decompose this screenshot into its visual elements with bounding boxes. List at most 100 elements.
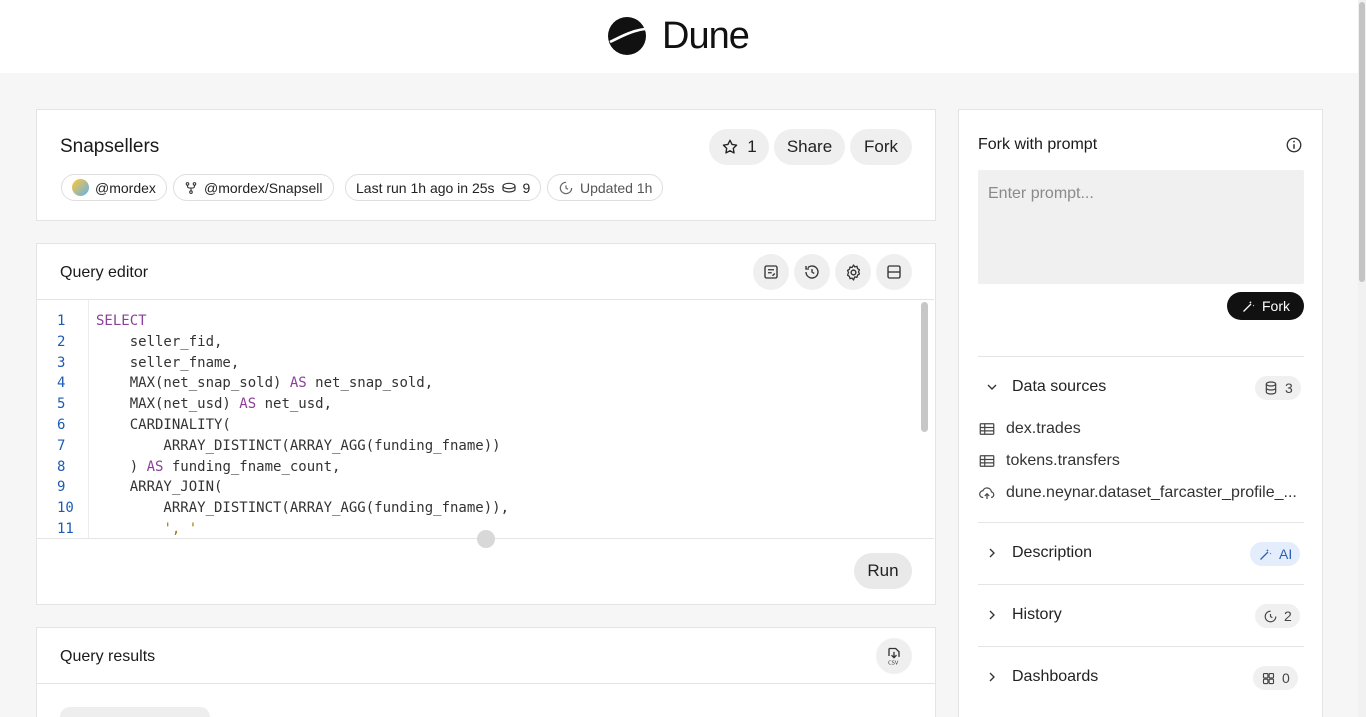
brand-name: Dune: [662, 15, 750, 57]
star-button[interactable]: 1: [709, 129, 769, 165]
dashboards-count-badge: 0: [1253, 666, 1298, 690]
page-scrollbar[interactable]: [1358, 0, 1366, 717]
chevron-down-icon: [987, 384, 997, 390]
dashboards-toggle[interactable]: Dashboards: [984, 668, 1098, 686]
data-sources-toggle[interactable]: Data sources: [984, 378, 1106, 396]
chevron-right-icon: [989, 548, 995, 558]
code-line[interactable]: MAX(net_usd) AS net_usd,: [96, 396, 332, 412]
line-number: 1: [57, 313, 66, 329]
source-item-dataset[interactable]: dune.neynar.dataset_farcaster_profile_..…: [978, 484, 1297, 502]
split-layout-icon: [887, 265, 901, 279]
history-label: History: [1012, 606, 1062, 623]
download-csv-button[interactable]: CSV: [876, 638, 912, 674]
code-line[interactable]: ARRAY_DISTINCT(ARRAY_AGG(funding_fname)): [96, 438, 500, 454]
editor-scrollbar[interactable]: [921, 302, 928, 432]
run-button[interactable]: Run: [854, 553, 912, 589]
clock-icon: [559, 181, 573, 194]
updated-chip: Updated 1h: [547, 174, 664, 201]
cloud-upload-icon: [979, 487, 995, 499]
gear-icon: [846, 263, 860, 281]
divider: [978, 356, 1304, 357]
page-scrollbar-thumb[interactable]: [1359, 2, 1365, 282]
divider: [978, 584, 1304, 585]
owner-chip[interactable]: @mordex: [61, 174, 167, 201]
dashboards-label: Dashboards: [1012, 668, 1099, 685]
fork-prompt-button[interactable]: Fork: [1227, 292, 1304, 320]
history-button[interactable]: [794, 254, 830, 290]
divider: [978, 522, 1304, 523]
history-count: 2: [1284, 608, 1292, 624]
fork-icon: [185, 181, 197, 194]
code-line[interactable]: seller_fid,: [96, 334, 223, 350]
grid-icon: [1262, 672, 1275, 684]
chevron-right-icon: [989, 672, 995, 682]
prompt-textarea[interactable]: Enter prompt...: [978, 170, 1304, 284]
line-number: 4: [57, 375, 66, 392]
code-line[interactable]: ', ': [96, 521, 197, 537]
fork-path: @mordex/Snapsell: [204, 179, 323, 196]
layout-button[interactable]: [876, 254, 912, 290]
last-run-text: Last run 1h ago in 25s: [356, 179, 495, 196]
source-item-tokens-transfers[interactable]: tokens.transfers: [978, 452, 1120, 470]
fork-prompt-label: Fork: [1262, 298, 1290, 314]
query-results-card: Query results CSV: [36, 627, 936, 717]
line-number: 5: [57, 396, 66, 413]
code-line[interactable]: CARDINALITY(: [96, 417, 231, 433]
history-toggle[interactable]: History: [984, 606, 1062, 624]
resize-handle[interactable]: [477, 530, 495, 548]
code-line[interactable]: seller_fname,: [96, 355, 240, 371]
table-icon: [979, 423, 995, 435]
info-icon[interactable]: [1285, 136, 1303, 154]
source-item-dex-trades[interactable]: dex.trades: [978, 420, 1081, 438]
database-icon: [1265, 381, 1277, 395]
fork-source-chip[interactable]: @mordex/Snapsell: [173, 174, 334, 201]
line-number: 7: [57, 437, 66, 454]
magic-wand-icon: [1243, 300, 1255, 312]
ai-label: AI: [1279, 546, 1293, 562]
results-tab-placeholder[interactable]: [60, 707, 210, 717]
divider: [978, 646, 1304, 647]
clock-icon: [1264, 610, 1277, 622]
table-icon: [979, 455, 995, 467]
code-editor[interactable]: 1 SELECT 2 seller_fid, 3 seller_fname, 4 MAX…: [37, 299, 934, 539]
data-sources-label: Data sources: [1012, 378, 1107, 395]
updated-text: Updated 1h: [580, 179, 653, 196]
source-name: dex.trades: [1006, 420, 1081, 437]
line-number: 2: [57, 333, 66, 350]
notes-icon: [764, 265, 778, 279]
prompt-placeholder: Enter prompt...: [988, 185, 1094, 202]
line-number: 6: [57, 417, 66, 433]
fork-button[interactable]: Fork: [850, 129, 912, 165]
credits-icon: [501, 182, 516, 193]
ai-badge[interactable]: AI: [1250, 542, 1301, 566]
code-line[interactable]: MAX(net_snap_sold) AS net_snap_sold,: [96, 375, 433, 391]
code-line[interactable]: ARRAY_JOIN(: [96, 479, 223, 495]
description-toggle[interactable]: Description: [984, 544, 1092, 562]
query-header-card: Snapsellers 1 Share Fork @mordex @mordex…: [36, 109, 936, 221]
notes-button[interactable]: [753, 254, 789, 290]
results-title: Query results: [60, 648, 156, 665]
code-line[interactable]: ARRAY_DISTINCT(ARRAY_AGG(funding_fname))…: [96, 500, 509, 516]
line-number: 10: [57, 500, 74, 517]
settings-button[interactable]: [835, 254, 871, 290]
chevron-right-icon: [989, 610, 995, 620]
results-divider: [37, 683, 935, 684]
code-line[interactable]: ) AS funding_fname_count,: [96, 459, 341, 475]
editor-title: Query editor: [60, 264, 149, 281]
fork-with-prompt-title: Fork with prompt: [978, 136, 1098, 153]
top-bar: Dune: [0, 0, 1366, 73]
csv-download-icon: CSV: [888, 647, 900, 666]
credits-count: 9: [522, 179, 531, 196]
share-button[interactable]: Share: [774, 129, 845, 165]
source-name: tokens.transfers: [1006, 452, 1120, 469]
dune-logo-icon: [608, 17, 646, 55]
dune-logo[interactable]: Dune: [608, 15, 750, 57]
data-sources-count-badge: 3: [1255, 376, 1301, 400]
dashboards-count: 0: [1282, 670, 1290, 686]
sidebar-card: Fork with prompt Enter prompt... Fork Da…: [958, 109, 1323, 717]
code-line[interactable]: SELECT: [96, 313, 147, 329]
star-icon: [722, 139, 738, 154]
line-number: 11: [57, 521, 74, 537]
source-name: dune.neynar.dataset_farcaster_profile_..…: [1006, 484, 1297, 501]
owner-name: @mordex: [95, 179, 156, 196]
